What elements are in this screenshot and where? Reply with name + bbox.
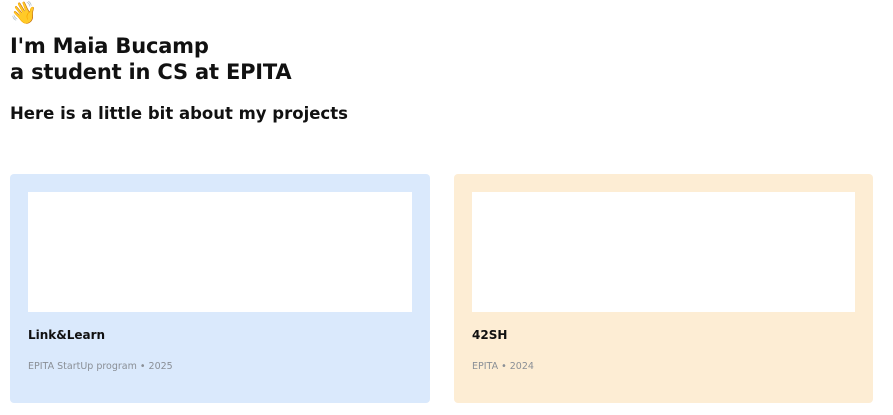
project-meta: EPITA • 2024: [472, 361, 534, 372]
title-line-name: I'm Maia Bucamp: [10, 34, 209, 58]
project-thumbnail: [28, 192, 412, 312]
title-line-role: a student in CS at EPITA: [10, 60, 292, 84]
waving-hand-icon: 👋: [10, 1, 38, 26]
project-meta: EPITA StartUp program • 2025: [28, 361, 173, 372]
project-title: 42SH: [472, 328, 508, 342]
project-title: Link&Learn: [28, 328, 106, 342]
project-card-42sh[interactable]: 42SH EPITA • 2024: [454, 174, 873, 403]
page-title: I'm Maia Bucamp a student in CS at EPITA: [10, 33, 292, 85]
projects-subtitle: Here is a little bit about my projects: [10, 104, 348, 123]
project-card-link-and-learn[interactable]: Link&Learn EPITA StartUp program • 2025: [10, 174, 430, 403]
project-thumbnail: [472, 192, 855, 312]
